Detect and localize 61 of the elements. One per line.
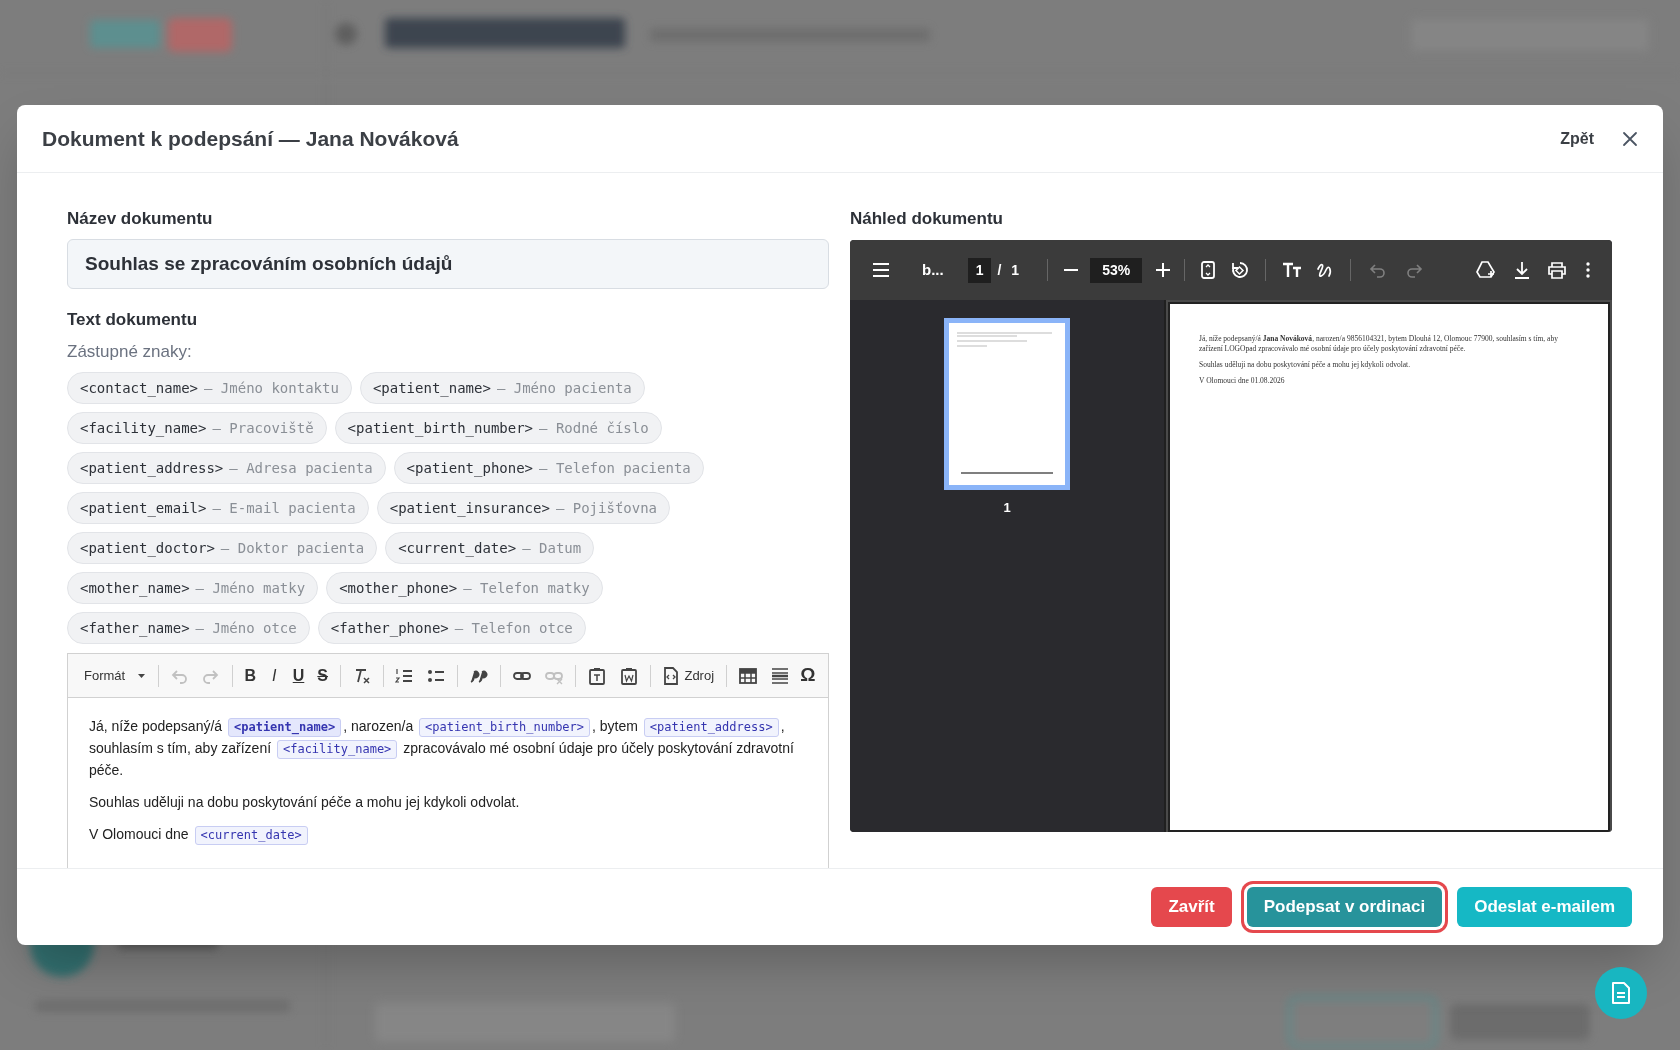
footer-button[interactable]: Zavřít: [1151, 887, 1232, 927]
placeholder-tag[interactable]: <father_phone> — Telefon otce: [317, 612, 586, 644]
paragraph: V Olomouci dne <current_date>: [89, 823, 807, 845]
horizontal-line-icon: [770, 666, 789, 685]
table-icon: [738, 666, 757, 685]
blurred-icon: [335, 23, 357, 45]
placeholder-tag[interactable]: <patient_insurance> — Pojišťovna: [376, 492, 671, 524]
placeholder-tag[interactable]: <patient_phone> — Telefon pacienta: [393, 452, 704, 484]
source-icon: [662, 666, 681, 685]
zoom-in-icon[interactable]: [1156, 263, 1171, 277]
symbol-button[interactable]: Ω: [797, 661, 819, 690]
back-link[interactable]: Zpět: [1560, 126, 1594, 151]
paste-word-icon: [619, 666, 638, 685]
placeholder-tag[interactable]: <patient_birth_number> — Rodné číslo: [334, 412, 662, 444]
blurred-logo: [90, 20, 160, 48]
placeholder-tag[interactable]: <facility_name> — Pracoviště: [67, 412, 327, 444]
underline-button[interactable]: U: [288, 661, 309, 690]
bold-button[interactable]: B: [240, 661, 261, 690]
document-icon: [1611, 981, 1631, 1005]
format-dropdown[interactable]: Formát: [78, 661, 151, 690]
page-thumbnail[interactable]: [944, 318, 1070, 490]
field-label: Název dokumentu: [67, 209, 214, 229]
field-label: Náhled dokumentu: [850, 209, 1004, 229]
source-button[interactable]: Zdroj: [657, 661, 720, 690]
close-icon[interactable]: [1622, 130, 1638, 147]
placeholder-tag[interactable]: <patient_doctor> — Doktor pacienta: [67, 532, 378, 564]
italic-button[interactable]: I: [264, 661, 285, 690]
field-label: Text dokumentu: [67, 310, 199, 330]
paste-text-icon: [587, 666, 606, 685]
rotate-icon[interactable]: [1231, 261, 1250, 279]
download-icon[interactable]: [1514, 261, 1530, 279]
placeholder-tag[interactable]: <patient_email> — E-mail pacienta: [67, 492, 369, 524]
paragraph: Souhlas uděluji na dobu poskytování péče a mohu jej kdykoli odvolat.: [89, 793, 521, 812]
file-name: b...: [922, 259, 944, 280]
add-to-drive-icon[interactable]: [1476, 261, 1496, 279]
blurred-logo-badge: [168, 18, 232, 52]
placeholder-tag[interactable]: <patient_name> — Jméno pacienta: [359, 372, 645, 404]
placeholder-tag[interactable]: <patient_address> — Adresa pacienta: [67, 452, 386, 484]
strike-button[interactable]: S: [312, 661, 333, 690]
paragraph: Já, níže podepsaný/á <patient_name> , narozen/a <patient_birth_number> , bytem <patient_address> , souhlasím s tím, aby zařízení <facility_name> zpracovávalo mé osobní údaje pro účely poskytování zdravotní péče.: [89, 717, 795, 780]
numbered-list-icon: [395, 666, 414, 685]
caret-icon: [137, 673, 145, 678]
placeholder-tag[interactable]: <mother_phone> — Telefon matky: [326, 572, 603, 604]
more-icon[interactable]: [1586, 262, 1590, 278]
thumbnail-label: 1: [1003, 499, 1011, 517]
page-number-field[interactable]: 1: [967, 257, 992, 283]
placeholder-tag[interactable]: <father_name> — Jméno otce: [67, 612, 310, 644]
text-size-icon[interactable]: [1282, 262, 1303, 278]
print-icon[interactable]: [1548, 261, 1566, 279]
placeholder-tag[interactable]: <contact_name> — Jméno kontaktu: [67, 372, 352, 404]
placeholder-tag[interactable]: <current_date> — Datum: [385, 532, 595, 564]
page-count: 1: [1011, 260, 1020, 280]
fit-page-icon[interactable]: [1201, 261, 1216, 279]
document-name-field[interactable]: Souhlas se zpracováním osobních údajů: [67, 239, 829, 289]
placeholders-label: Zástupné znaky:: [67, 342, 193, 362]
document-fab[interactable]: [1595, 967, 1647, 1019]
placeholder-tag[interactable]: <mother_name> — Jméno matky: [67, 572, 319, 604]
menu-icon[interactable]: [872, 263, 890, 277]
dialog-title: Dokument k podepsání — Jana Nováková: [42, 125, 459, 152]
page-separator: /: [997, 260, 1002, 280]
zoom-field[interactable]: 53%: [1090, 257, 1143, 283]
